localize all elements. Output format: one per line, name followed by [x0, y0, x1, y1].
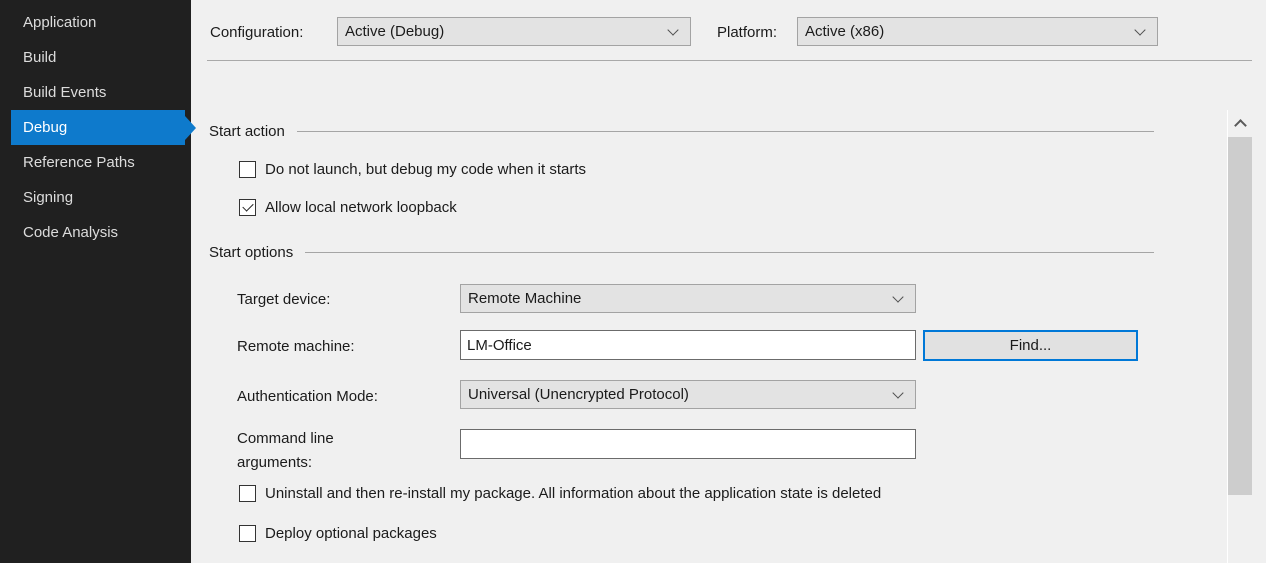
- checkbox-label: Do not launch, but debug my code when it…: [265, 161, 586, 178]
- checkbox-label: Uninstall and then re-install my package…: [265, 485, 881, 502]
- checkbox-label: Deploy optional packages: [265, 525, 437, 542]
- sidebar-item-debug[interactable]: Debug: [11, 110, 185, 145]
- sidebar-item-label: Build Events: [23, 84, 106, 101]
- sidebar-item-label: Debug: [23, 119, 67, 136]
- sidebar-item-label: Build: [23, 49, 56, 66]
- checkbox-row-uninstall-reinstall: Uninstall and then re-install my package…: [239, 484, 881, 502]
- uninstall-reinstall-checkbox[interactable]: [239, 485, 256, 502]
- sidebar-item-label: Reference Paths: [23, 154, 135, 171]
- remote-machine-label: Remote machine:: [237, 338, 355, 355]
- chevron-down-icon: [667, 24, 678, 35]
- allow-loopback-checkbox[interactable]: [239, 199, 256, 216]
- sidebar-item-label: Application: [23, 14, 96, 31]
- properties-sidebar: Application Build Build Events Debug Ref…: [0, 0, 191, 563]
- chevron-up-icon: [1234, 119, 1247, 132]
- checkbox-row-deploy-optional: Deploy optional packages: [239, 524, 437, 542]
- chevron-down-icon: [892, 387, 903, 398]
- find-button[interactable]: Find...: [923, 330, 1138, 361]
- start-action-section-header: Start action: [209, 122, 1154, 140]
- checkbox-row-do-not-launch: Do not launch, but debug my code when it…: [239, 160, 586, 178]
- deploy-optional-checkbox[interactable]: [239, 525, 256, 542]
- selected-item-arrow-icon: [185, 116, 196, 140]
- dropdown-value: Remote Machine: [468, 290, 581, 307]
- toolbar-separator: [207, 60, 1252, 61]
- chevron-down-icon: [1134, 24, 1145, 35]
- authentication-mode-label: Authentication Mode:: [237, 388, 378, 405]
- sidebar-item-reference-paths[interactable]: Reference Paths: [11, 145, 185, 180]
- dropdown-value: Active (Debug): [345, 23, 444, 40]
- sidebar-item-code-analysis[interactable]: Code Analysis: [11, 215, 185, 250]
- section-title: Start action: [209, 123, 285, 140]
- start-options-section-header: Start options: [209, 243, 1154, 261]
- authentication-mode-dropdown[interactable]: Universal (Unencrypted Protocol): [460, 380, 916, 409]
- command-line-arguments-input[interactable]: [460, 429, 916, 459]
- dropdown-value: Active (x86): [805, 23, 884, 40]
- dropdown-value: Universal (Unencrypted Protocol): [468, 386, 689, 403]
- sidebar-item-build-events[interactable]: Build Events: [11, 75, 185, 110]
- sidebar-item-label: Code Analysis: [23, 224, 118, 241]
- platform-label: Platform:: [717, 24, 777, 41]
- scrollbar-thumb[interactable]: [1228, 137, 1252, 495]
- scroll-up-button[interactable]: [1228, 110, 1252, 136]
- section-rule: [297, 131, 1154, 132]
- do-not-launch-checkbox[interactable]: [239, 161, 256, 178]
- section-title: Start options: [209, 244, 293, 261]
- checkbox-row-loopback: Allow local network loopback: [239, 198, 457, 216]
- sidebar-item-label: Signing: [23, 189, 73, 206]
- target-device-label: Target device:: [237, 291, 330, 308]
- remote-machine-input[interactable]: [460, 330, 916, 360]
- configuration-label: Configuration:: [210, 24, 303, 41]
- sidebar-item-signing[interactable]: Signing: [11, 180, 185, 215]
- chevron-down-icon: [892, 291, 903, 302]
- vertical-scrollbar[interactable]: [1228, 110, 1252, 563]
- configuration-dropdown[interactable]: Active (Debug): [337, 17, 691, 46]
- sidebar-item-build[interactable]: Build: [11, 40, 185, 75]
- target-device-dropdown[interactable]: Remote Machine: [460, 284, 916, 313]
- project-properties-debug-page: Application Build Build Events Debug Ref…: [0, 0, 1266, 563]
- checkbox-label: Allow local network loopback: [265, 199, 457, 216]
- command-line-arguments-label: Command line arguments:: [237, 427, 407, 475]
- platform-dropdown[interactable]: Active (x86): [797, 17, 1158, 46]
- section-rule: [305, 252, 1154, 253]
- sidebar-item-application[interactable]: Application: [11, 5, 185, 40]
